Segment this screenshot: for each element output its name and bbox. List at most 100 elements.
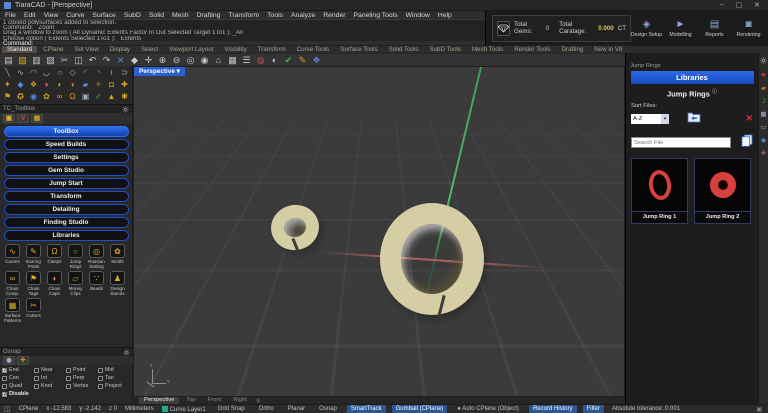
tool-icon[interactable]: ≀ (105, 67, 118, 79)
active-layer[interactable]: Curve Layer1 (162, 406, 206, 413)
command-area[interactable]: 1 closed polysurfaces added to selection… (0, 19, 485, 45)
osnap-tab-icon[interactable]: ✛ (17, 356, 29, 365)
status-toggle[interactable]: SmartTrack (347, 405, 386, 413)
maximize-button[interactable]: ▢ (736, 1, 743, 9)
gear-icon[interactable] (122, 106, 129, 113)
panel-strip-icon[interactable]: ❖ (761, 72, 767, 79)
library-item[interactable]: ⚑ Chain Tags (23, 271, 44, 296)
tool-icon[interactable]: ✿ (40, 91, 53, 103)
toolbar-icon[interactable]: ⌂ (212, 54, 225, 66)
toolbox-button[interactable]: Transform (4, 191, 129, 202)
toolbox-button[interactable]: Settings (4, 152, 129, 163)
library-item[interactable]: ✂ Cutters (23, 298, 44, 323)
osnap-checkbox[interactable]: Project (98, 382, 130, 390)
tool-icon[interactable]: ◆ (14, 79, 27, 91)
gear-icon[interactable] (123, 349, 130, 356)
toolbox-button[interactable]: Libraries (4, 230, 129, 241)
libraries-button[interactable]: Libraries (631, 71, 754, 84)
osnap-checkbox[interactable]: Quad (2, 382, 34, 390)
close-button[interactable]: ✕ (754, 1, 760, 9)
tool-icon[interactable]: ⚑ (1, 91, 14, 103)
toolbar-icon[interactable]: ↷ (100, 54, 113, 66)
toolbar-icon[interactable]: ◐ (268, 54, 281, 66)
viewport-tab[interactable]: Front (203, 397, 227, 404)
panel-strip-icon[interactable]: ▦ (760, 111, 766, 118)
library-item[interactable]: ○ Jump Rings (65, 244, 86, 269)
library-item[interactable]: ✿ Motifs (107, 244, 128, 269)
menu-item[interactable]: Edit (24, 12, 36, 19)
toolbox-button[interactable]: Gem Studio (4, 165, 129, 176)
toolbar-icon[interactable]: ▤ (2, 54, 15, 66)
library-item[interactable]: ♟ Design Stands (107, 271, 128, 296)
tool-icon[interactable]: ✱ (118, 91, 131, 103)
toolbar-icon[interactable]: ⊖ (170, 54, 183, 66)
toolbar-icon[interactable]: ◫ (72, 54, 85, 66)
toolbar-icon[interactable]: ⊕ (156, 54, 169, 66)
tool-icon[interactable]: ◇ (66, 67, 79, 79)
tool-icon[interactable]: ◖ (66, 79, 79, 91)
library-card[interactable]: Jump Ring 1 (631, 158, 688, 224)
toolbar-icon[interactable]: ❖ (310, 54, 323, 66)
tool-icon[interactable]: ╲ (1, 67, 14, 79)
new-viewport-icon[interactable]: ◉ (256, 397, 261, 404)
units-label[interactable]: Millimeters (125, 406, 154, 412)
toolbar-icon[interactable]: ▧ (44, 54, 57, 66)
panel-strip-icon[interactable]: J (762, 98, 765, 105)
menu-item[interactable]: Render (323, 12, 345, 19)
tool-icon[interactable]: ▰ (79, 79, 92, 91)
toolbox-button[interactable]: Speed Builds (4, 139, 129, 150)
cplane-label[interactable]: CPlane (19, 406, 39, 412)
toolbar-icon[interactable]: ✕ (114, 54, 127, 66)
osnap-checkbox[interactable]: Knot (34, 382, 66, 390)
toolbar-icon[interactable]: ✂ (58, 54, 71, 66)
menu-item[interactable]: Tools (267, 12, 283, 19)
toolbar-icon[interactable]: ✔ (282, 54, 295, 66)
toolbar-icon[interactable]: ▥ (30, 54, 43, 66)
toolbar-icon[interactable]: ◆ (128, 54, 141, 66)
toolbox-button[interactable]: Jump Start (4, 178, 129, 189)
panel-strip-icon[interactable]: ◆ (761, 137, 766, 144)
toolbar-icon[interactable]: ◎ (184, 54, 197, 66)
toolbox-tab-icon[interactable]: ▤ (31, 114, 43, 123)
menu-item[interactable]: Transform (228, 12, 259, 19)
mode-button[interactable]: ◈ Design Setup (631, 19, 662, 38)
mode-button[interactable]: ◙ Rendering (733, 19, 764, 38)
menu-item[interactable]: Paneling Tools (354, 12, 398, 19)
toolbox-tab-icon[interactable]: V (17, 114, 29, 123)
mode-button[interactable]: ▤ Reports (699, 19, 730, 38)
status-toggle[interactable]: Grid Snap (214, 405, 249, 413)
status-toggle[interactable]: Gumball (CPlane) (392, 405, 448, 413)
menu-item[interactable]: Window (406, 12, 430, 19)
tool-icon[interactable]: Ω (66, 91, 79, 103)
menu-item[interactable]: View (44, 12, 59, 19)
info-icon[interactable]: ⓘ (712, 89, 717, 95)
toolbar-icon[interactable]: ◉ (198, 54, 211, 66)
library-card[interactable]: Jump Ring 2 (694, 158, 751, 224)
minimize-button[interactable]: – (720, 1, 724, 9)
viewport-tab[interactable]: Right (228, 397, 252, 404)
clear-icon[interactable]: ✕ (745, 113, 753, 124)
tool-icon[interactable]: ◝ (92, 67, 105, 79)
tool-icon[interactable]: ◗ (53, 79, 66, 91)
library-item[interactable]: ∵ Beads (86, 271, 107, 296)
osnap-checkbox[interactable]: End (2, 366, 34, 374)
library-item[interactable]: ◗ Chain Caps (44, 271, 65, 296)
menu-item[interactable]: Curve (66, 12, 84, 19)
library-item[interactable]: ◎ Russian Setting (86, 244, 107, 269)
library-item[interactable]: ✎ Earring Posts (23, 244, 44, 269)
tool-icon[interactable]: ∞ (53, 91, 66, 103)
tool-icon[interactable]: ✦ (1, 79, 14, 91)
toolbar-icon[interactable]: ▦ (226, 54, 239, 66)
mode-button[interactable]: ► Modelling (665, 19, 696, 38)
search-input[interactable] (631, 137, 731, 148)
tool-icon[interactable]: ◜ (79, 67, 92, 79)
gear-icon[interactable] (760, 57, 767, 66)
menu-item[interactable]: Analyze (291, 12, 315, 19)
library-item[interactable]: Ω Clasps (44, 244, 65, 269)
osnap-checkbox[interactable]: Point (66, 366, 98, 374)
toolbox-button[interactable]: Detailing (4, 204, 129, 215)
library-item[interactable]: ∿ Curves (2, 244, 23, 269)
viewport-title-chip[interactable]: Perspective ▾ (134, 67, 185, 76)
status-toggle[interactable]: Record History (529, 405, 577, 413)
menu-item[interactable]: File (5, 12, 16, 19)
